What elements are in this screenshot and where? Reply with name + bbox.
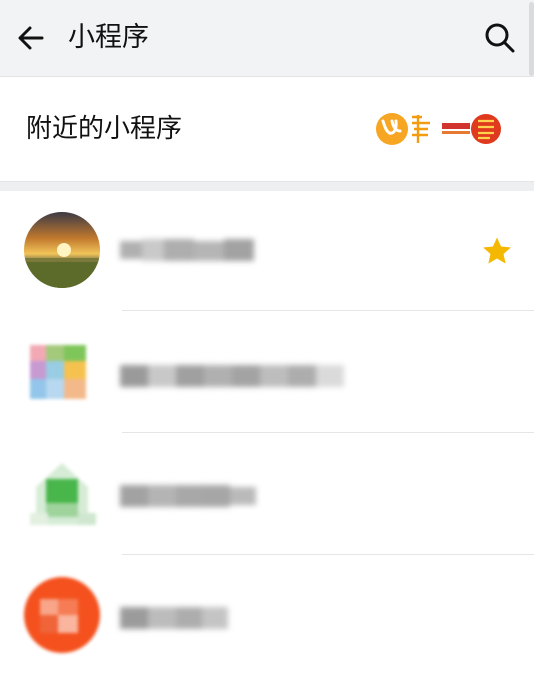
nearby-label: 附近的小程序 [26, 114, 183, 144]
list-item[interactable] [0, 555, 534, 675]
nearby-logos [376, 113, 501, 145]
avatar [24, 212, 100, 288]
scrollbar [529, 2, 534, 76]
text-logo-icon [442, 123, 470, 134]
top-bar: 小程序 [0, 0, 534, 77]
name-redaction [120, 235, 255, 265]
list-item[interactable] [0, 433, 534, 553]
avatar [24, 457, 100, 533]
name-redaction [120, 359, 346, 391]
arrow-left-icon [18, 26, 44, 50]
star-icon[interactable] [480, 234, 514, 268]
avatar [24, 577, 100, 653]
back-button[interactable] [12, 18, 52, 58]
list-item[interactable] [0, 311, 534, 431]
avatar [24, 337, 100, 413]
orange-logo-icon [376, 113, 430, 145]
search-icon [485, 23, 515, 53]
red-seal-icon [471, 114, 501, 144]
name-redaction [120, 601, 228, 633]
list-item[interactable] [0, 190, 534, 310]
page-title: 小程序 [68, 22, 149, 53]
nearby-mini-programs-row[interactable]: 附近的小程序 [0, 77, 534, 181]
search-button[interactable] [480, 18, 520, 58]
name-redaction [120, 479, 256, 511]
